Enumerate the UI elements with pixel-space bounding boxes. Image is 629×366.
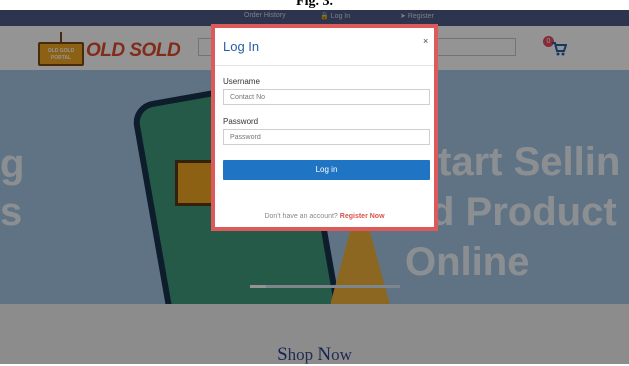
modal-title: Log In xyxy=(223,39,260,54)
username-label: Username xyxy=(223,77,260,86)
login-modal: Log In × Username Password Log in Don't … xyxy=(211,24,438,231)
figure-caption-band: Fig. 3. xyxy=(0,0,629,10)
register-prompt-text: Don't have an account? xyxy=(264,213,338,220)
close-icon[interactable]: × xyxy=(423,36,428,46)
figure-caption: Fig. 3. xyxy=(296,0,333,9)
register-prompt: Don't have an account? Register Now xyxy=(215,213,434,220)
login-button[interactable]: Log in xyxy=(223,160,430,180)
register-now-link[interactable]: Register Now xyxy=(340,213,385,220)
password-input[interactable] xyxy=(223,129,430,145)
username-input[interactable] xyxy=(223,89,430,105)
modal-divider xyxy=(215,65,434,66)
password-label: Password xyxy=(223,117,259,126)
